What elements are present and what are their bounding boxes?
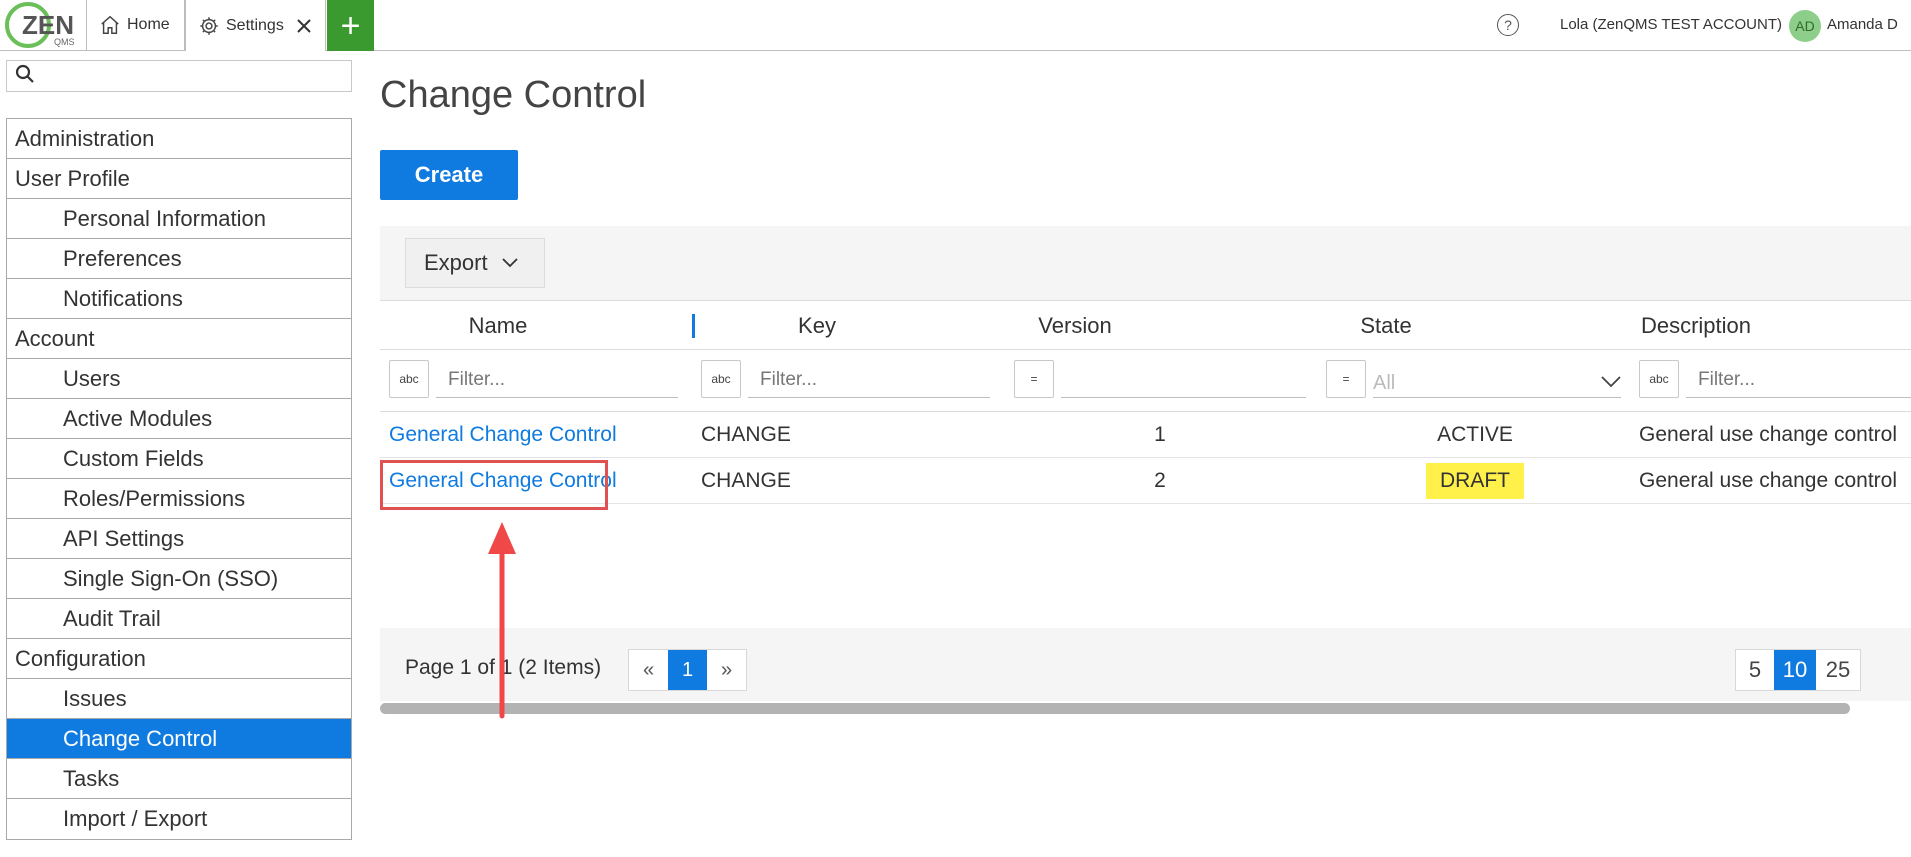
- grid-table: Name Key Version State Description abc a…: [380, 300, 1911, 715]
- export-dropdown[interactable]: Export: [405, 238, 545, 288]
- key-filter-input[interactable]: [748, 362, 990, 398]
- sidebar-item-custom-fields[interactable]: Custom Fields: [7, 439, 351, 479]
- state-cell: DRAFT: [1325, 458, 1625, 504]
- search-input[interactable]: [41, 62, 341, 90]
- version-cell: 2: [1154, 469, 1166, 492]
- key-cell: CHANGE: [701, 423, 791, 446]
- state-filter-value: All: [1373, 372, 1396, 394]
- sidebar-item-account[interactable]: Account: [7, 319, 351, 359]
- name-link[interactable]: General Change Control: [389, 412, 679, 458]
- sidebar-item-roles-permissions[interactable]: Roles/Permissions: [7, 479, 351, 519]
- sidebar-search[interactable]: [6, 60, 352, 92]
- description-cell: General use change control: [1639, 469, 1897, 492]
- sidebar-item-change-control[interactable]: Change Control: [7, 719, 351, 759]
- account-name[interactable]: Lola (ZenQMS TEST ACCOUNT): [1560, 16, 1782, 33]
- column-header-description[interactable]: Description: [1560, 301, 1832, 351]
- sidebar-item-single-sign-on-sso[interactable]: Single Sign-On (SSO): [7, 559, 351, 599]
- export-label: Export: [424, 250, 488, 275]
- sidebar-item-preferences[interactable]: Preferences: [7, 239, 351, 279]
- top-bar: ZEN QMS Home Settings + ? Lola (ZenQMS T…: [0, 0, 1911, 51]
- sidebar-item-import-export[interactable]: Import / Export: [7, 799, 351, 839]
- name-filter-input[interactable]: [436, 362, 678, 398]
- sidebar-item-personal-information[interactable]: Personal Information: [7, 199, 351, 239]
- zenqms-logo[interactable]: ZEN QMS: [4, 2, 86, 48]
- version-filter-input[interactable]: [1061, 362, 1306, 398]
- key-cell: CHANGE: [701, 469, 791, 492]
- chevron-down-icon: [1601, 376, 1621, 388]
- page-size-selector: 5 10 25: [1735, 649, 1861, 691]
- page-size-25[interactable]: 25: [1816, 650, 1860, 690]
- sidebar-item-audit-trail[interactable]: Audit Trail: [7, 599, 351, 639]
- user-name[interactable]: Amanda D: [1827, 16, 1898, 33]
- sidebar-item-users[interactable]: Users: [7, 359, 351, 399]
- text-filter-operator-icon[interactable]: abc: [389, 360, 429, 398]
- page-button-1[interactable]: 1: [668, 650, 707, 690]
- sidebar-item-notifications[interactable]: Notifications: [7, 279, 351, 319]
- description-filter-input[interactable]: [1686, 362, 1911, 398]
- table-row[interactable]: General Change Control CHANGE 1 ACTIVE G…: [380, 412, 1911, 458]
- column-header-name[interactable]: Name: [380, 301, 616, 351]
- sidebar-item-user-profile[interactable]: User Profile: [7, 159, 351, 199]
- page-title: Change Control: [380, 74, 647, 116]
- tab-settings[interactable]: Settings: [185, 0, 326, 51]
- table-header: Name Key Version State Description: [380, 300, 1911, 350]
- equals-filter-operator-icon[interactable]: =: [1014, 360, 1054, 398]
- version-cell: 1: [1154, 423, 1166, 446]
- text-filter-operator-icon[interactable]: abc: [1639, 360, 1679, 398]
- sidebar-item-administration[interactable]: Administration: [7, 119, 351, 159]
- scrollbar-thumb[interactable]: [380, 703, 1850, 714]
- draft-status-badge: DRAFT: [1426, 463, 1524, 499]
- avatar[interactable]: AD: [1789, 10, 1821, 42]
- column-header-state[interactable]: State: [1250, 301, 1522, 351]
- create-button[interactable]: Create: [380, 150, 518, 200]
- sidebar-item-api-settings[interactable]: API Settings: [7, 519, 351, 559]
- prev-page-button[interactable]: «: [629, 650, 668, 690]
- state-filter-select[interactable]: All: [1373, 362, 1621, 398]
- column-header-version[interactable]: Version: [940, 301, 1210, 351]
- tab-home[interactable]: Home: [86, 0, 185, 51]
- gear-icon: [198, 15, 220, 37]
- pager-summary: Page 1 of 1 (2 Items): [405, 656, 602, 679]
- pagination: « 1 »: [628, 649, 747, 691]
- next-page-button[interactable]: »: [707, 650, 746, 690]
- add-tab-button[interactable]: +: [327, 0, 374, 51]
- description-cell: General use change control: [1639, 423, 1897, 446]
- sidebar-item-tasks[interactable]: Tasks: [7, 759, 351, 799]
- filter-row: abc abc = = All abc: [380, 350, 1911, 412]
- logo-subtext: QMS: [54, 37, 75, 47]
- equals-filter-operator-icon[interactable]: =: [1326, 360, 1366, 398]
- state-cell: ACTIVE: [1437, 423, 1513, 446]
- settings-nav: Administration User Profile Personal Infor…: [6, 118, 352, 840]
- text-filter-operator-icon[interactable]: abc: [701, 360, 741, 398]
- sidebar-item-issues[interactable]: Issues: [7, 679, 351, 719]
- table-row[interactable]: General Change Control CHANGE 2 DRAFT Ge…: [380, 458, 1911, 504]
- sidebar-item-configuration[interactable]: Configuration: [7, 639, 351, 679]
- page-size-10[interactable]: 10: [1774, 650, 1816, 690]
- tab-home-label: Home: [127, 16, 170, 33]
- annotation-highlight-box: [380, 460, 608, 510]
- search-icon: [15, 64, 35, 89]
- page-size-5[interactable]: 5: [1736, 650, 1774, 690]
- help-icon[interactable]: ?: [1497, 14, 1519, 36]
- home-icon: [99, 14, 121, 36]
- sidebar-item-active-modules[interactable]: Active Modules: [7, 399, 351, 439]
- chevron-down-icon: [501, 258, 518, 268]
- tab-settings-label: Settings: [226, 16, 284, 34]
- horizontal-scrollbar[interactable]: [380, 701, 1911, 715]
- logo-text: ZEN: [22, 10, 74, 40]
- change-control-grid: Export Name Key Version State Descriptio…: [380, 226, 1911, 715]
- column-header-key[interactable]: Key: [692, 301, 942, 351]
- close-tab-icon[interactable]: [295, 17, 313, 35]
